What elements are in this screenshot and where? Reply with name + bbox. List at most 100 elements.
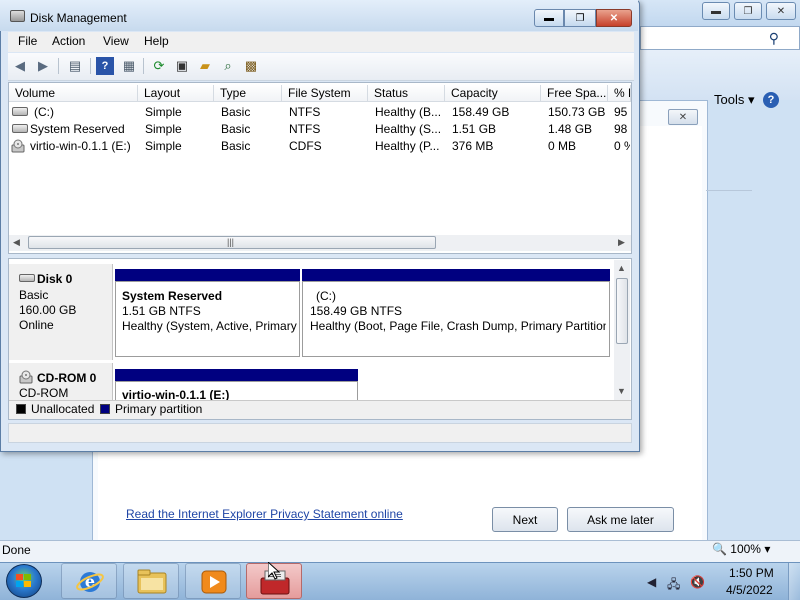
table-cell-percent-free: 95 — [614, 105, 628, 119]
scroll-right-arrow-icon[interactable]: ▶ — [618, 237, 625, 248]
disk-name: Disk 0 — [37, 272, 73, 286]
column-free-space[interactable]: Free Spa... — [541, 85, 608, 101]
ie-close-button[interactable]: ✕ — [766, 2, 796, 20]
table-cell-file-system: CDFS — [289, 139, 322, 153]
menu-view[interactable]: View — [103, 34, 129, 48]
table-cell-status: Healthy (S... — [375, 122, 442, 136]
dm-status-bar — [8, 423, 632, 443]
zoom-value: 100% — [730, 542, 761, 556]
show-desktop-button[interactable] — [788, 563, 800, 600]
partition-color-bar — [115, 369, 358, 381]
scroll-grip-icon: ||| — [227, 237, 235, 247]
ask-me-later-button[interactable]: Ask me later — [567, 507, 674, 532]
disk-state: Online — [19, 318, 54, 332]
table-cell-type: Basic — [221, 139, 251, 153]
properties-icon[interactable]: ▦ — [120, 57, 138, 75]
taskbar-media-player[interactable] — [185, 563, 241, 599]
partition-name: (C:) — [316, 289, 336, 303]
open-folder-icon[interactable]: ▰ — [196, 57, 214, 75]
menu-help[interactable]: Help — [144, 34, 169, 48]
cd-drive-icon — [19, 370, 33, 384]
folder-icon — [137, 569, 167, 594]
clock-time[interactable]: 1:50 PM — [729, 566, 774, 580]
internet-explorer-icon: e — [76, 572, 104, 592]
dialog-close-button[interactable]: ✕ — [668, 109, 698, 125]
column-status[interactable]: Status — [368, 85, 445, 101]
taskbar-windows-explorer[interactable] — [123, 563, 179, 599]
mouse-cursor-icon — [268, 562, 280, 580]
rescan-disks-icon[interactable]: ▣ — [173, 57, 191, 75]
table-cell-capacity: 376 MB — [452, 139, 494, 153]
table-cell-volume[interactable]: virtio-win-0.1.1 (E:) — [30, 138, 136, 154]
next-button[interactable]: Next — [492, 507, 558, 532]
zoom-level[interactable]: 🔍 100% ▾ — [712, 542, 770, 556]
disk-management-app-icon — [10, 10, 25, 22]
forward-arrow-icon[interactable]: ▶ — [34, 57, 52, 75]
network-icon[interactable]: 🖧 — [667, 575, 680, 596]
ie-status-bar — [0, 540, 800, 562]
toolbar-separator — [90, 58, 91, 74]
partition-size: 1.51 GB NTFS — [122, 304, 201, 318]
ie-minimize-button[interactable]: ▬ — [702, 2, 730, 20]
table-cell-free-space: 0 MB — [548, 139, 577, 153]
toolbar-separator — [143, 58, 144, 74]
table-cell-volume[interactable]: (C:) — [34, 104, 134, 120]
partition-status: Healthy (System, Active, Primary — [122, 319, 297, 333]
close-button[interactable]: ✕ — [596, 9, 632, 27]
partition-color-bar — [115, 269, 300, 281]
ie-maximize-button[interactable]: ❐ — [734, 2, 762, 20]
table-cell-status: Healthy (P... — [375, 139, 440, 153]
legend-swatch-unallocated — [16, 404, 26, 414]
help-icon[interactable]: ? — [763, 92, 779, 108]
format-disk-icon[interactable]: ▩ — [242, 57, 260, 75]
drive-icon — [12, 107, 28, 116]
show-hidden-icons-icon[interactable]: ◀ — [647, 575, 656, 589]
status-text: Done — [2, 543, 31, 557]
table-cell-layout: Simple — [145, 139, 182, 153]
ie-search-box[interactable]: ⚲ — [640, 26, 800, 50]
disk-icon — [19, 274, 35, 282]
search-magnifier-icon[interactable]: ⌕ — [219, 57, 237, 75]
vertical-scroll-thumb[interactable] — [616, 278, 628, 344]
table-cell-volume[interactable]: System Reserved — [30, 121, 136, 137]
maximize-button[interactable]: ❐ — [564, 9, 596, 27]
scroll-down-arrow-icon[interactable]: ▼ — [617, 386, 626, 396]
volume-muted-icon[interactable]: 🔇 — [690, 575, 705, 589]
disk-type: Basic — [19, 288, 49, 302]
partition-name: virtio-win-0.1.1 (E:) — [122, 388, 230, 400]
disk-name: CD-ROM 0 — [37, 371, 97, 385]
table-cell-file-system: NTFS — [289, 105, 321, 119]
column-type[interactable]: Type — [214, 85, 282, 101]
table-cell-capacity: 158.49 GB — [452, 105, 510, 119]
windows-logo-icon — [16, 574, 31, 587]
legend-label: Primary partition — [115, 402, 203, 416]
privacy-statement-link[interactable]: Read the Internet Explorer Privacy State… — [126, 507, 403, 521]
column-volume[interactable]: Volume — [9, 85, 138, 101]
table-cell-free-space: 1.48 GB — [548, 122, 593, 136]
show-hide-console-tree-icon[interactable]: ▤ — [66, 57, 84, 75]
menu-bar — [8, 32, 634, 52]
scroll-up-arrow-icon[interactable]: ▲ — [617, 263, 626, 273]
minimize-button[interactable]: ▬ — [534, 9, 564, 27]
refresh-icon[interactable]: ⟳ — [150, 57, 168, 75]
column-file-system[interactable]: File System — [282, 85, 368, 101]
column-layout[interactable]: Layout — [138, 85, 214, 101]
legend-swatch-primary — [100, 404, 110, 414]
column-capacity[interactable]: Capacity — [445, 85, 541, 101]
divider — [706, 190, 752, 191]
partition-name: System Reserved — [122, 289, 223, 303]
menu-action[interactable]: Action — [52, 34, 85, 48]
help-icon[interactable]: ? — [96, 57, 114, 75]
tools-menu[interactable]: Tools ▾ — [714, 92, 755, 108]
taskbar-internet-explorer[interactable]: e — [61, 563, 117, 599]
column-percent-free[interactable]: % F — [608, 85, 631, 101]
search-icon[interactable]: ⚲ — [769, 30, 779, 47]
partition-color-bar — [302, 269, 610, 281]
table-cell-capacity: 1.51 GB — [452, 122, 497, 136]
menu-file[interactable]: File — [18, 34, 37, 48]
scroll-left-arrow-icon[interactable]: ◀ — [13, 237, 20, 248]
table-cell-type: Basic — [221, 105, 251, 119]
table-cell-layout: Simple — [145, 122, 182, 136]
clock-date[interactable]: 4/5/2022 — [726, 583, 773, 597]
back-arrow-icon[interactable]: ◀ — [11, 57, 29, 75]
